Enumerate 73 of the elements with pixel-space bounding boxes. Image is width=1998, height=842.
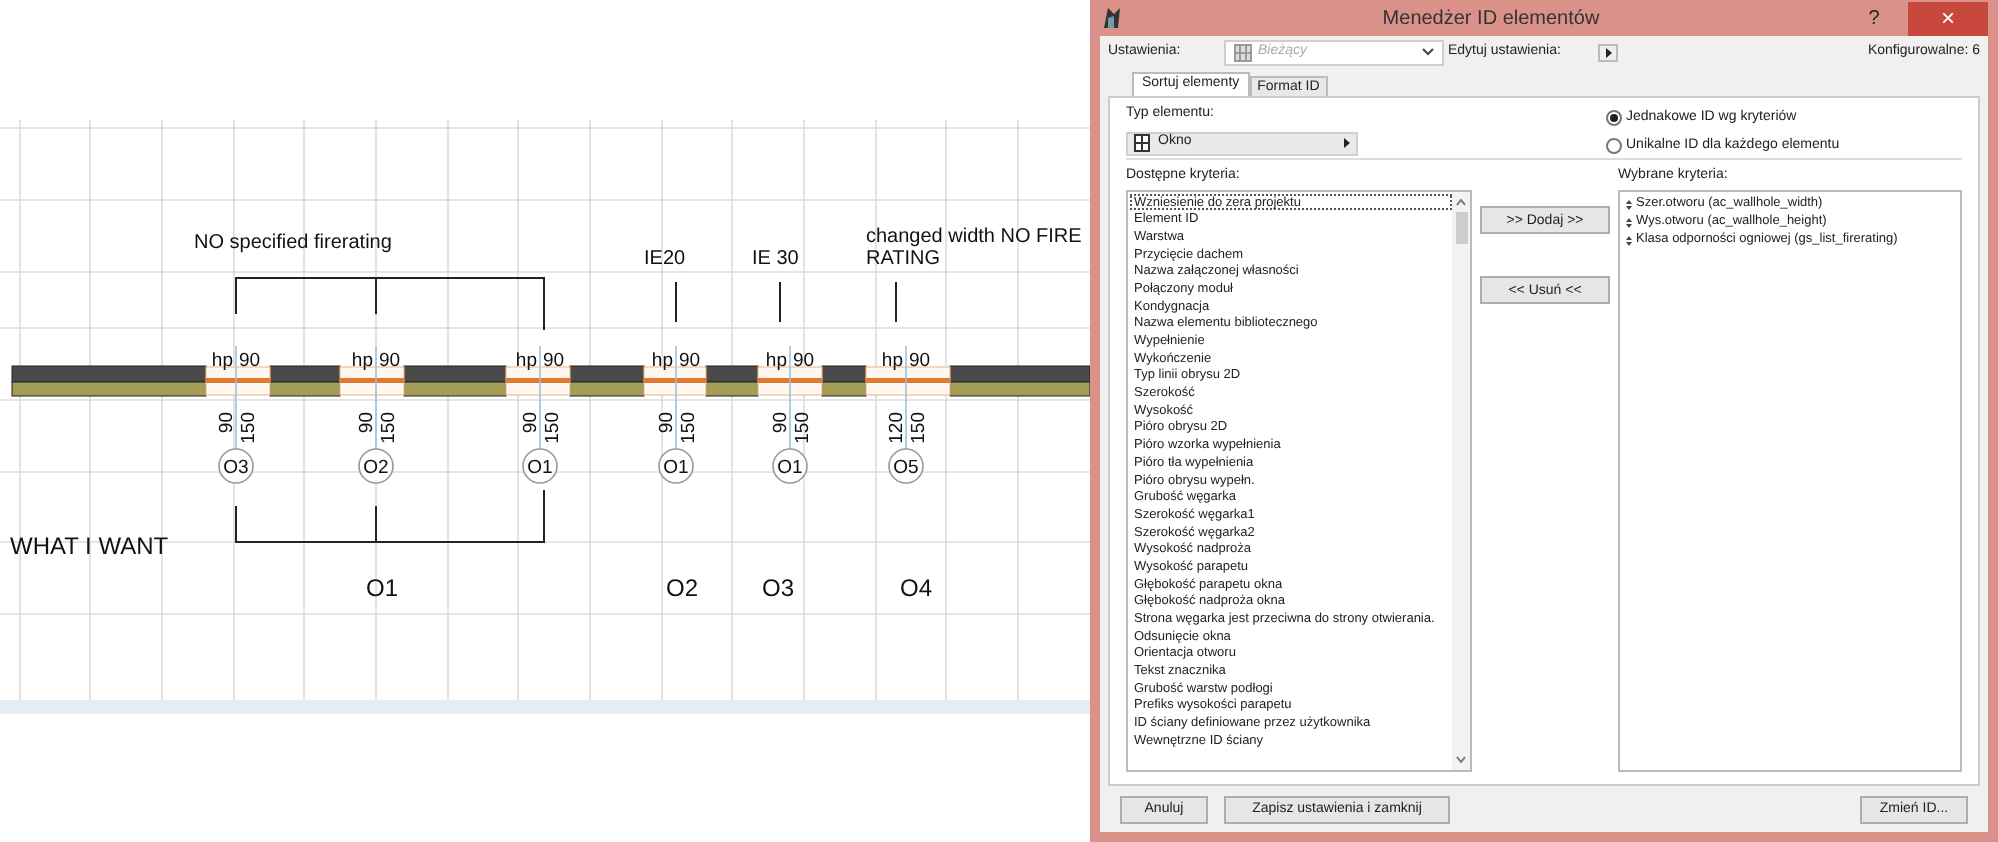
prefix-label: hp [651,350,673,372]
height-label: 150 [378,412,400,444]
prefix-label: hp [351,350,373,372]
tag-circle [218,448,254,484]
head-label: 90 [793,350,815,372]
chevron-down-icon [1456,756,1466,764]
width-label: 90 [356,412,378,434]
sort-icon [1626,235,1632,245]
prefix-label: hp [881,350,903,372]
tag-circle [888,448,924,484]
leader-line [895,281,897,323]
width-label: 120 [886,412,908,444]
head-label: 90 [543,350,565,372]
close-button[interactable]: × [1908,1,1988,35]
scrollbar-thumb[interactable] [1455,211,1467,243]
app-icon [1102,6,1122,30]
height-label: 150 [542,412,564,444]
height-label: 150 [238,412,260,444]
width-label: 90 [770,412,792,434]
chevron-icon [1422,48,1434,56]
edit-settings-button[interactable] [1598,43,1618,61]
tag-label: O3 [223,457,249,479]
width-label: 90 [520,412,542,434]
group-label: O4 [900,574,933,602]
group-label: O1 [366,574,399,602]
height-label: 150 [908,412,930,444]
sort-icon [1626,199,1632,209]
window-icon [1134,134,1150,152]
prefix-label: hp [765,350,787,372]
tag-label: O1 [527,457,553,479]
radio-button[interactable] [1606,137,1622,154]
chevron-up-icon [1456,197,1466,205]
tag-circle [358,448,394,484]
tag-circle [658,448,694,484]
leader-line [675,281,677,323]
note-text: NO specified firerating [194,232,392,254]
help-button[interactable]: ? [1860,3,1888,33]
tag-circle [522,448,558,484]
axis-line [375,345,377,451]
scrollbar[interactable] [1452,191,1470,770]
width-label: 90 [216,412,238,434]
head-label: 90 [679,350,701,372]
tag-circle [772,448,808,484]
grid-icon [1234,43,1252,61]
tag-label: O2 [363,457,389,479]
width-label: 90 [656,412,678,434]
prefix-label: hp [211,350,233,372]
height-label: 150 [678,412,700,444]
sort-icon [1626,217,1632,227]
note-text: IE 30 [752,248,799,270]
tag-label: O1 [663,457,689,479]
axis-line [905,345,907,451]
group-label: O3 [762,574,795,602]
group-label: O2 [666,574,699,602]
play-icon [1344,138,1350,148]
axis-line [675,345,677,451]
prefix-label: hp [515,350,537,372]
axis-line [539,345,541,451]
leader-line [779,281,781,323]
axis-line [789,345,791,451]
note-text: changed width NO FIRE RATING [866,226,1082,270]
radio-button[interactable] [1606,110,1622,127]
caption-text: WHAT I WANT [10,532,169,560]
note-text: IE20 [644,248,686,270]
tag-label: O5 [893,457,919,479]
height-label: 150 [792,412,814,444]
axis-line [235,345,237,451]
window-title: Menedżer ID elementów [1380,5,1602,33]
head-label: 90 [239,350,261,372]
head-label: 90 [909,350,931,372]
head-label: 90 [379,350,401,372]
play-icon [1605,47,1611,57]
tag-label: O1 [777,457,803,479]
